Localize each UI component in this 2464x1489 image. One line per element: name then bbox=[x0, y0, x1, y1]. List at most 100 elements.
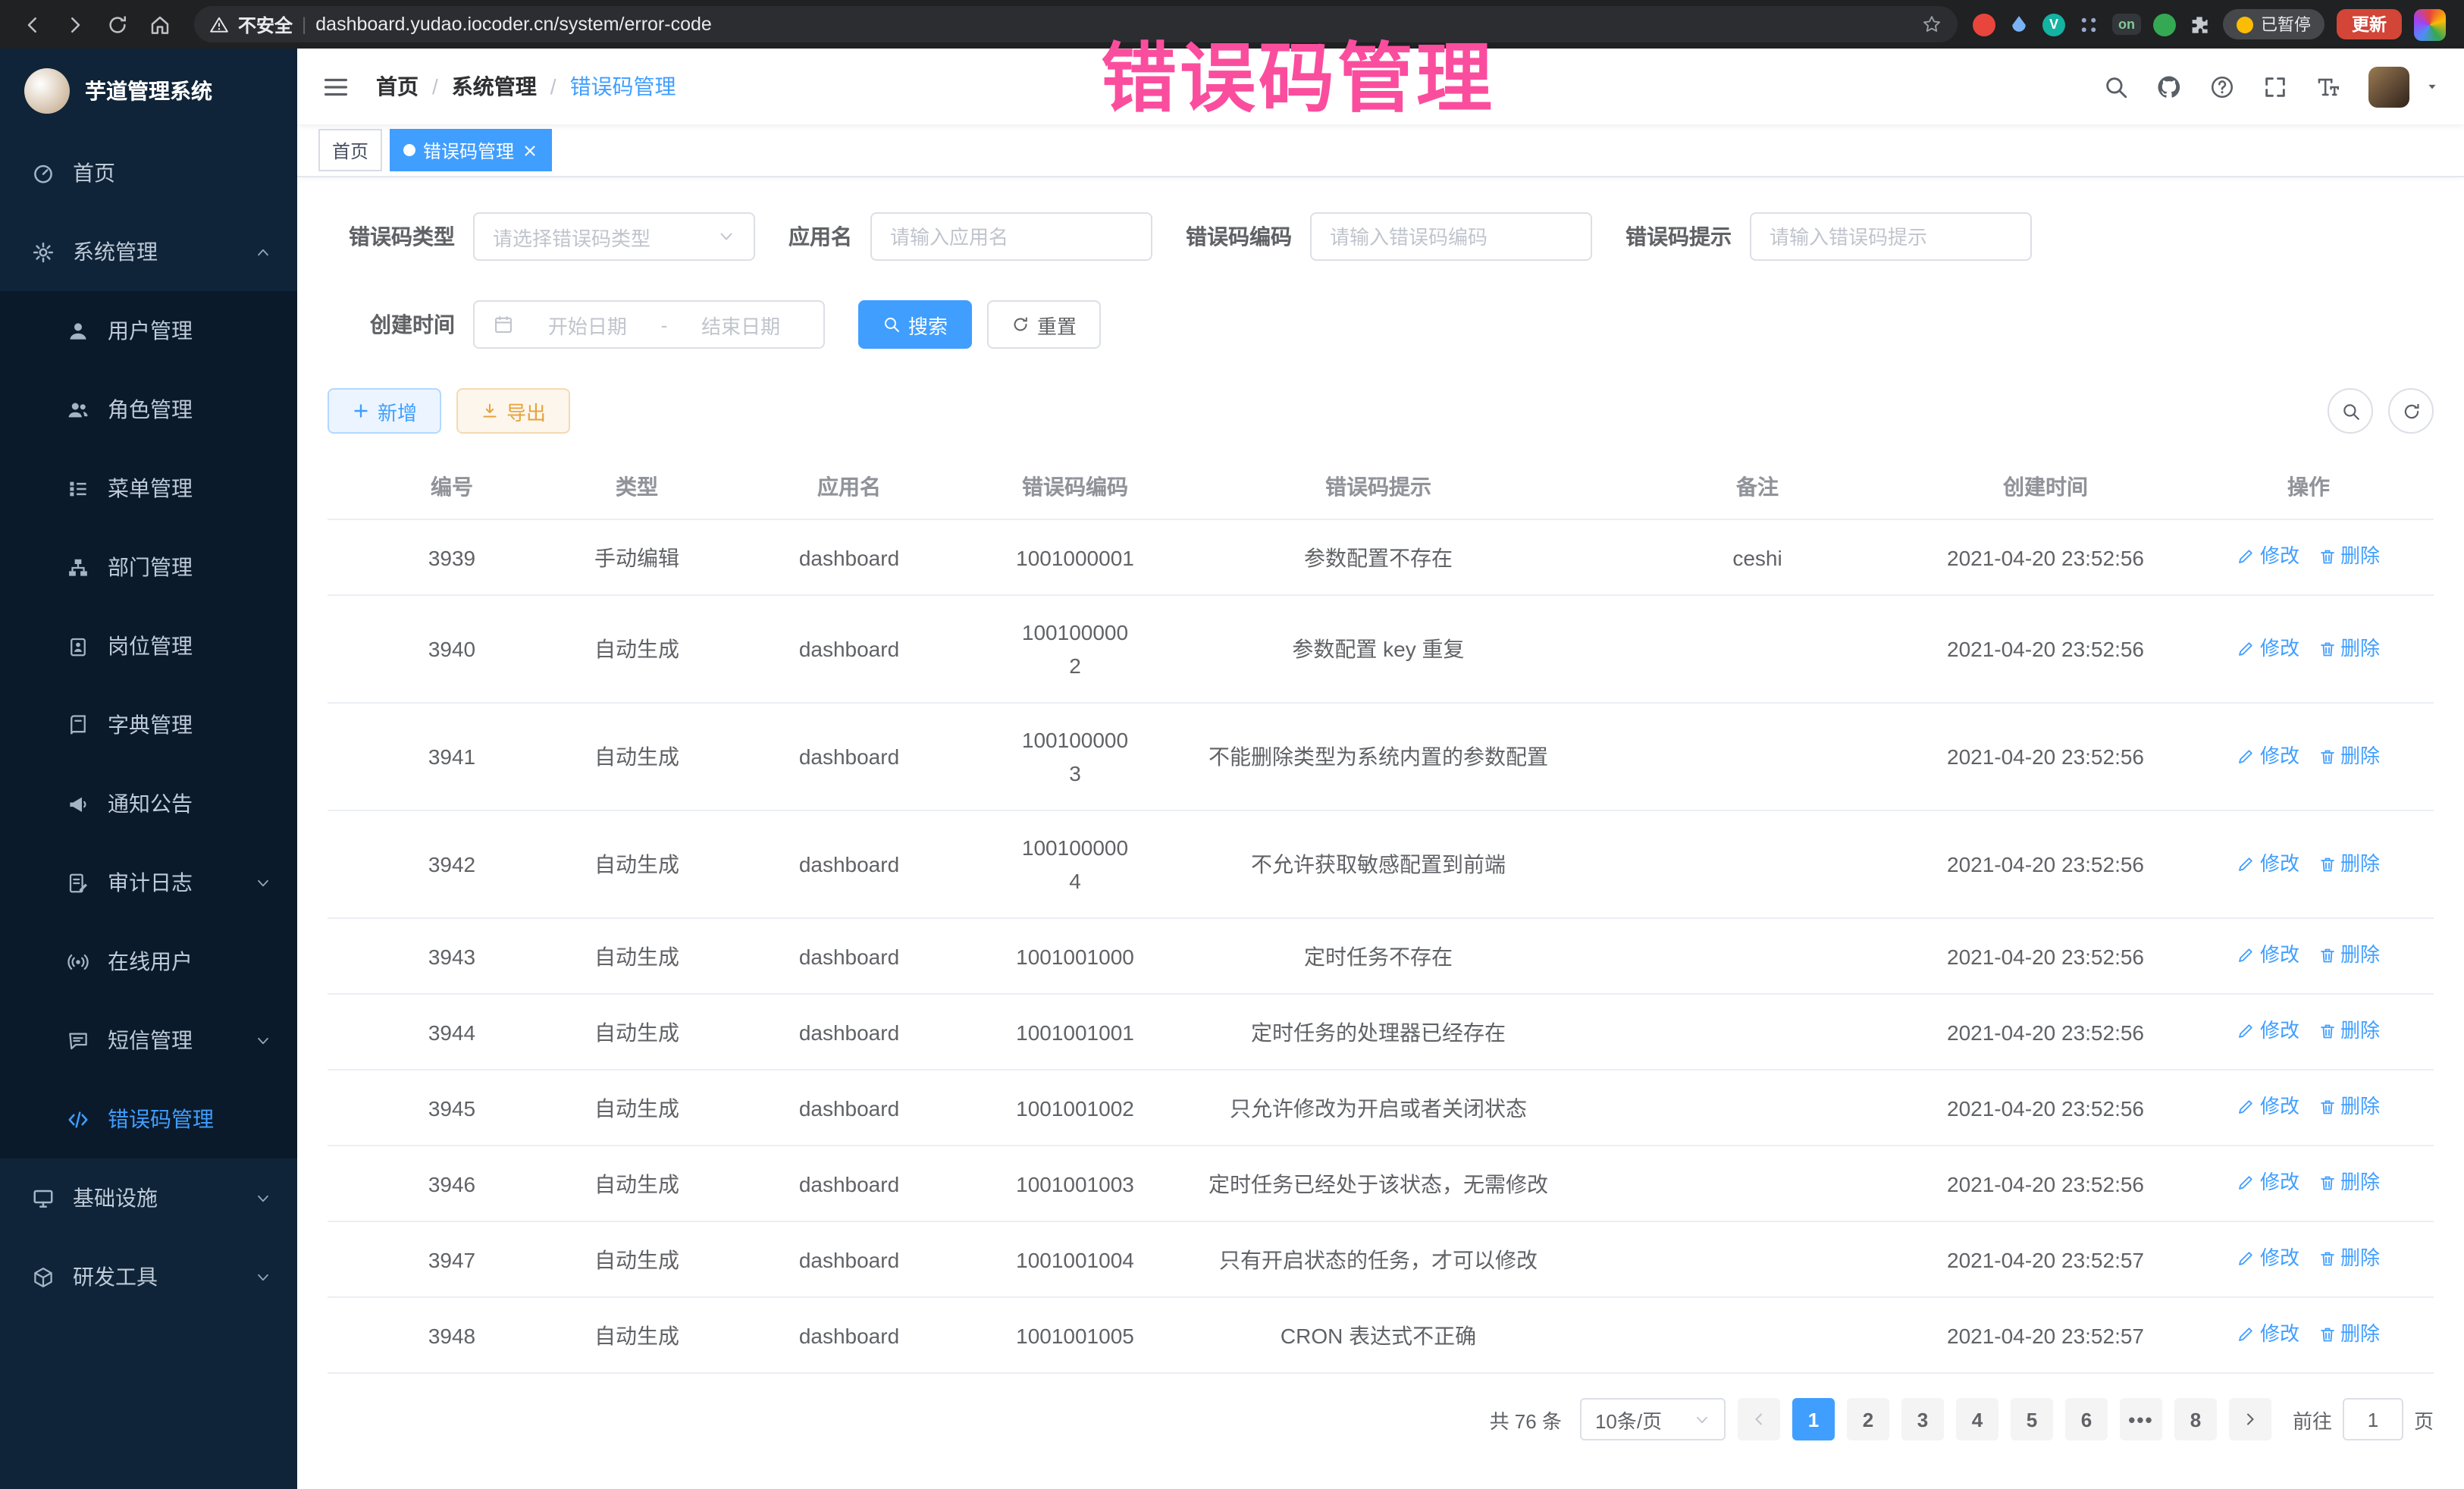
prev-page-button[interactable] bbox=[1738, 1398, 1780, 1440]
update-button[interactable]: 更新 bbox=[2337, 9, 2402, 39]
edit-link[interactable]: 修改 bbox=[2237, 1242, 2299, 1275]
column-header[interactable]: 类型 bbox=[576, 455, 698, 519]
date-range-picker[interactable]: 开始日期 - 结束日期 bbox=[473, 300, 825, 349]
error-type-select[interactable]: 请选择错误码类型 bbox=[473, 212, 755, 261]
edit-link[interactable]: 修改 bbox=[2237, 632, 2299, 665]
extension-icon-grid[interactable] bbox=[2077, 13, 2100, 36]
toggle-search-button[interactable] bbox=[2328, 388, 2373, 434]
browser-back-button[interactable] bbox=[12, 5, 52, 44]
page-button-5[interactable]: 5 bbox=[2011, 1398, 2053, 1440]
page-button-3[interactable]: 3 bbox=[1901, 1398, 1944, 1440]
breadcrumb-item[interactable]: 系统管理 bbox=[452, 71, 537, 102]
sidebar-item-dict[interactable]: 字典管理 bbox=[0, 685, 297, 764]
column-header[interactable]: 备注 bbox=[1607, 455, 1908, 519]
extension-icon-on[interactable]: on bbox=[2112, 14, 2141, 35]
search-button[interactable]: 搜索 bbox=[858, 300, 972, 349]
edit-link[interactable]: 修改 bbox=[2237, 939, 2299, 972]
add-button[interactable]: 新增 bbox=[328, 388, 441, 434]
edit-link[interactable]: 修改 bbox=[2237, 1014, 2299, 1048]
header-search-icon[interactable] bbox=[2103, 74, 2129, 99]
calendar-icon bbox=[493, 314, 514, 335]
column-header[interactable]: 错误码编码 bbox=[1001, 455, 1149, 519]
extension-icon-red[interactable] bbox=[1973, 13, 1995, 36]
delete-link[interactable]: 删除 bbox=[2318, 1166, 2380, 1199]
app-logo[interactable]: 芋道管理系统 bbox=[0, 49, 297, 133]
column-header[interactable]: 操作 bbox=[2183, 455, 2434, 519]
delete-link-label: 删除 bbox=[2340, 1090, 2380, 1124]
sidebar-item-audit-log[interactable]: 审计日志 bbox=[0, 843, 297, 922]
sidebar-item-system[interactable]: 系统管理 bbox=[0, 212, 297, 291]
edit-link[interactable]: 修改 bbox=[2237, 1318, 2299, 1351]
edit-link[interactable]: 修改 bbox=[2237, 739, 2299, 773]
column-header[interactable]: 应用名 bbox=[698, 455, 1001, 519]
fullscreen-icon[interactable] bbox=[2262, 74, 2288, 99]
more-pages-button[interactable]: ••• bbox=[2120, 1398, 2162, 1440]
sidebar-item-error-code[interactable]: 错误码管理 bbox=[0, 1080, 297, 1158]
refresh-table-button[interactable] bbox=[2388, 388, 2434, 434]
browser-home-button[interactable] bbox=[140, 5, 179, 44]
sidebar-item-home[interactable]: 首页 bbox=[0, 133, 297, 212]
cell-ops: 修改删除 bbox=[2183, 595, 2434, 703]
hamburger-icon[interactable] bbox=[321, 72, 350, 101]
delete-link[interactable]: 删除 bbox=[2318, 632, 2380, 665]
browser-reload-button[interactable] bbox=[97, 5, 136, 44]
error-code-input[interactable] bbox=[1310, 212, 1592, 261]
error-hint-input[interactable] bbox=[1750, 212, 2032, 261]
delete-link[interactable]: 删除 bbox=[2318, 1318, 2380, 1351]
edit-link[interactable]: 修改 bbox=[2237, 1090, 2299, 1124]
delete-link[interactable]: 删除 bbox=[2318, 939, 2380, 972]
extension-icon-green[interactable] bbox=[2153, 13, 2176, 36]
reset-button[interactable]: 重置 bbox=[987, 300, 1101, 349]
paused-badge[interactable]: 已暂停 bbox=[2223, 9, 2324, 39]
browser-profile-avatar[interactable] bbox=[2414, 8, 2446, 40]
sidebar-item-dept[interactable]: 部门管理 bbox=[0, 528, 297, 607]
next-page-button[interactable] bbox=[2229, 1398, 2271, 1440]
bookmark-star-icon[interactable] bbox=[1921, 14, 1942, 35]
page-button-6[interactable]: 6 bbox=[2065, 1398, 2108, 1440]
font-size-icon[interactable] bbox=[2315, 74, 2341, 99]
page-size-select[interactable]: 10条/页 bbox=[1580, 1398, 1726, 1440]
column-header[interactable]: 编号 bbox=[328, 455, 576, 519]
avatar-caret-down-icon[interactable] bbox=[2425, 79, 2440, 94]
close-icon[interactable] bbox=[522, 142, 538, 158]
extensions-puzzle-icon[interactable] bbox=[2188, 13, 2211, 36]
sidebar-item-role[interactable]: 角色管理 bbox=[0, 370, 297, 449]
help-icon[interactable] bbox=[2209, 74, 2235, 99]
delete-link[interactable]: 删除 bbox=[2318, 540, 2380, 573]
sidebar-item-notice[interactable]: 通知公告 bbox=[0, 764, 297, 843]
delete-link[interactable]: 删除 bbox=[2318, 1242, 2380, 1275]
column-header[interactable]: 创建时间 bbox=[1908, 455, 2183, 519]
page-button-1[interactable]: 1 bbox=[1792, 1398, 1835, 1440]
tag-首页[interactable]: 首页 bbox=[318, 129, 382, 171]
tag-错误码管理[interactable]: 错误码管理 bbox=[390, 129, 552, 171]
column-header[interactable]: 错误码提示 bbox=[1149, 455, 1607, 519]
extension-icon-v[interactable]: V bbox=[2042, 13, 2065, 36]
delete-link[interactable]: 删除 bbox=[2318, 1090, 2380, 1124]
github-icon[interactable] bbox=[2156, 74, 2182, 99]
sidebar-item-sms[interactable]: 短信管理 bbox=[0, 1001, 297, 1080]
page-button-2[interactable]: 2 bbox=[1847, 1398, 1889, 1440]
sidebar-item-dev-tools[interactable]: 研发工具 bbox=[0, 1237, 297, 1316]
table-row: 3942自动生成dashboard1001000004不允许获取敏感配置到前端2… bbox=[328, 810, 2434, 918]
user-avatar[interactable] bbox=[2368, 66, 2409, 107]
delete-link[interactable]: 删除 bbox=[2318, 847, 2380, 880]
edit-link[interactable]: 修改 bbox=[2237, 847, 2299, 880]
page-button-8[interactable]: 8 bbox=[2174, 1398, 2217, 1440]
goto-page-input[interactable] bbox=[2343, 1398, 2403, 1440]
delete-link[interactable]: 删除 bbox=[2318, 739, 2380, 773]
sidebar-item-menu[interactable]: 菜单管理 bbox=[0, 449, 297, 528]
app-name-input[interactable] bbox=[870, 212, 1152, 261]
sidebar-item-user[interactable]: 用户管理 bbox=[0, 291, 297, 370]
sidebar-item-post[interactable]: 岗位管理 bbox=[0, 607, 297, 685]
address-bar[interactable]: 不安全 | dashboard.yudao.iocoder.cn/system/… bbox=[194, 6, 1958, 42]
page-button-4[interactable]: 4 bbox=[1956, 1398, 1998, 1440]
sidebar-item-infra[interactable]: 基础设施 bbox=[0, 1158, 297, 1237]
breadcrumb-item[interactable]: 首页 bbox=[376, 71, 419, 102]
extension-icon-drop[interactable] bbox=[2008, 13, 2030, 36]
browser-forward-button[interactable] bbox=[55, 5, 94, 44]
sidebar-item-online-user[interactable]: 在线用户 bbox=[0, 922, 297, 1001]
edit-link[interactable]: 修改 bbox=[2237, 540, 2299, 573]
export-button[interactable]: 导出 bbox=[456, 388, 570, 434]
edit-link[interactable]: 修改 bbox=[2237, 1166, 2299, 1199]
delete-link[interactable]: 删除 bbox=[2318, 1014, 2380, 1048]
